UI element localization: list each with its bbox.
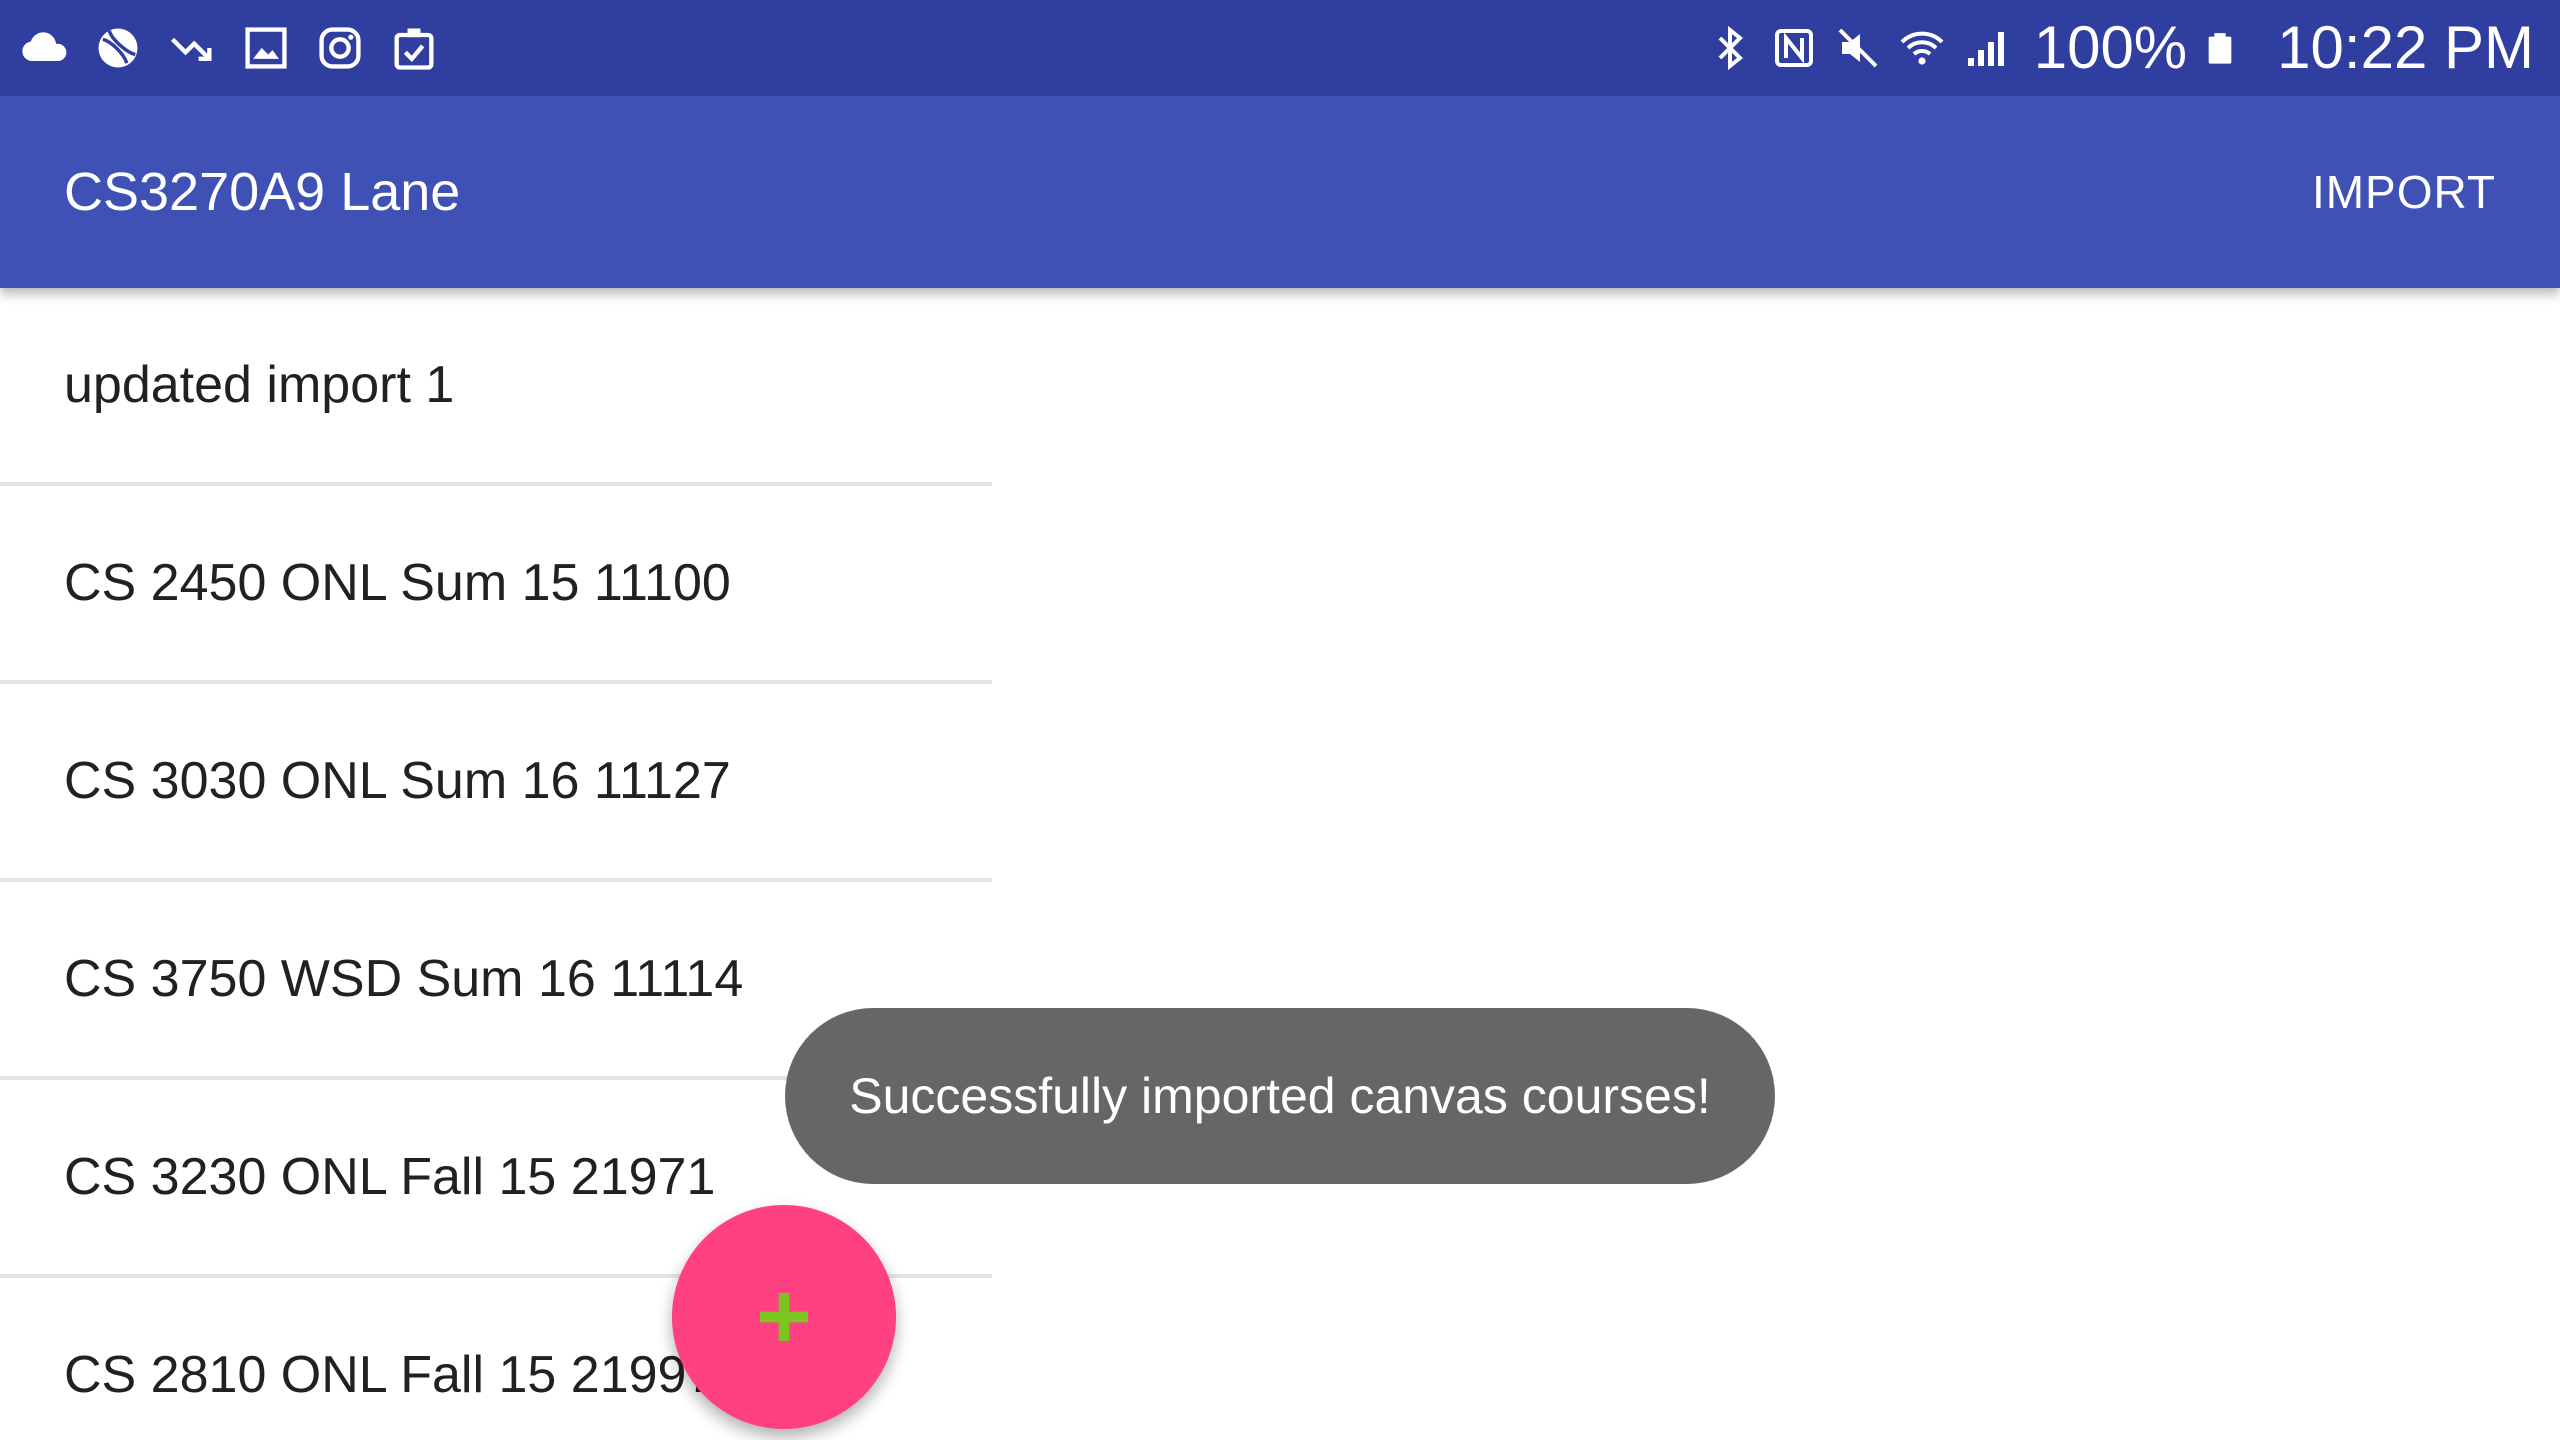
course-label: CS 3750 WSD Sum 16 11114 [64, 950, 744, 1008]
list-item[interactable]: updated import 1 [0, 288, 992, 486]
course-label: CS 3230 ONL Fall 15 21971 [64, 1148, 716, 1206]
course-label: CS 2450 ONL Sum 15 11100 [64, 554, 731, 612]
sports-ball-icon [98, 28, 138, 68]
instagram-icon [319, 27, 361, 69]
signal-icon [1967, 32, 2004, 66]
add-course-button[interactable] [672, 1205, 896, 1429]
wifi-icon [1900, 31, 1944, 65]
battery-icon [2208, 33, 2232, 64]
course-label: updated import 1 [64, 356, 455, 414]
battery-percentage: 100% [2033, 14, 2188, 81]
course-label: CS 2810 ONL Fall 15 21997 [64, 1346, 716, 1404]
system-status: 100% 10:22 PM [1706, 0, 2534, 96]
list-item[interactable]: CS 3030 ONL Sum 16 11127 [0, 684, 992, 882]
plus-icon [760, 1293, 808, 1341]
image-icon [245, 27, 287, 69]
import-button[interactable]: IMPORT [2296, 158, 2512, 226]
clipboard-check-icon [394, 28, 434, 70]
toast-text: Successfully imported canvas courses! [849, 1068, 1711, 1124]
course-label: CS 3030 ONL Sum 16 11127 [64, 752, 731, 810]
list-item[interactable]: CS 2450 ONL Sum 15 11100 [0, 486, 992, 684]
status-bar: 100% 10:22 PM [0, 0, 2560, 96]
trending-down-icon [170, 37, 212, 61]
screen: 100% 10:22 PM CS3270A9 Lane IMPORT updat… [0, 0, 2560, 1440]
clock: 10:22 PM [2277, 14, 2534, 81]
mute-icon [1838, 28, 1878, 68]
app-title: CS3270A9 Lane [64, 162, 461, 222]
cloud-icon [22, 32, 67, 61]
nfc-icon [1774, 29, 1813, 67]
bluetooth-icon [1718, 25, 1743, 71]
notification-icons [18, 0, 440, 96]
app-bar: CS3270A9 Lane IMPORT [0, 96, 2560, 288]
toast-message: Successfully imported canvas courses! [785, 1008, 1775, 1184]
